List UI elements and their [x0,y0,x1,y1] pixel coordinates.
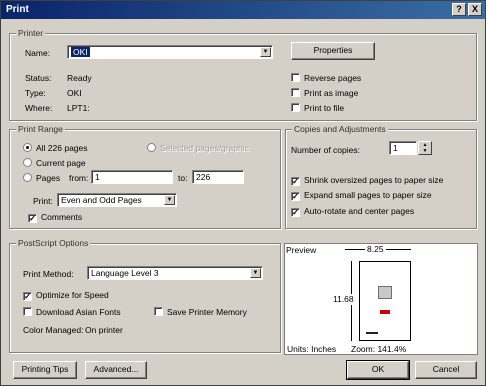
print-as-image-label: Print as image [304,88,359,98]
height-label: 11.68 [333,294,354,305]
radio-button[interactable] [23,158,32,167]
comments-checkbox[interactable]: ✓ Comments [28,212,82,223]
optimize-label: Optimize for Speed [36,290,109,300]
copies-input[interactable]: 1 [389,141,417,155]
to-label: to: [178,173,188,183]
print-as-image-checkbox[interactable]: Print as image [291,88,358,99]
window-title: Print [6,4,29,15]
chevron-down-icon[interactable]: ▼ [260,47,271,57]
where-label: Where: [25,103,53,113]
from-label: from: [69,173,89,183]
printer-name-select[interactable]: OKI ▼ [67,45,273,59]
optimize-checkbox[interactable]: ✓ Optimize for Speed [23,290,109,301]
advanced-button[interactable]: Advanced... [85,361,147,379]
status-value: Ready [67,73,92,83]
cancel-button[interactable]: Cancel [415,361,477,379]
download-fonts-checkbox[interactable]: Download Asian Fonts [23,307,121,318]
print-range-title: Print Range [16,124,65,135]
checkbox-box[interactable]: ✓ [28,214,37,223]
print-method-value: Language Level 3 [91,268,159,278]
expand-label: Expand small pages to paper size [304,190,432,200]
download-fonts-label: Download Asian Fonts [36,307,121,317]
ok-button[interactable]: OK [346,360,410,380]
print-to-file-checkbox[interactable]: Print to file [291,103,344,114]
autorotate-checkbox[interactable]: ✓ Auto-rotate and center pages [291,206,414,217]
all-pages-label: All 226 pages [36,143,88,153]
type-label: Type: [25,88,46,98]
printer-name-label: Name: [25,48,51,58]
checkbox-box[interactable]: ✓ [291,177,300,186]
print-subset-select[interactable]: Even and Odd Pages ▼ [57,193,177,207]
checkbox-box[interactable] [23,307,32,316]
checkbox-box[interactable] [291,88,300,97]
chevron-down-icon[interactable]: ▼ [164,195,175,205]
selected-graphic-radio: Selected pages/graphic [147,143,249,154]
checkbox-box[interactable] [291,103,300,112]
checkbox-box[interactable]: ✓ [291,208,300,217]
reverse-pages-checkbox[interactable]: Reverse pages [291,73,361,84]
status-label: Status: [25,73,52,83]
to-input[interactable]: 226 [192,170,244,184]
from-input[interactable]: 1 [91,170,173,184]
all-pages-radio[interactable]: All 226 pages [23,143,88,154]
shrink-checkbox[interactable]: ✓ Shrink oversized pages to paper size [291,175,443,186]
printer-name-value: OKI [71,47,90,57]
units-label: Units: Inches [287,344,337,354]
page-thumbnail [359,261,411,341]
printing-tips-button[interactable]: Printing Tips [13,361,77,379]
type-value: OKI [67,88,82,98]
footer-line [366,332,378,334]
printer-graphic-icon [378,286,392,299]
save-memory-checkbox[interactable]: Save Printer Memory [154,307,247,318]
copies-label: Number of copies: [291,145,360,155]
comments-label: Comments [41,212,83,222]
radio-button[interactable] [23,143,32,152]
title-bar: Print ? X [1,1,485,19]
print-method-label: Print Method: [23,269,74,279]
current-page-radio[interactable]: Current page [23,158,86,169]
shrink-label: Shrink oversized pages to paper size [304,175,444,185]
selected-graphic-label: Selected pages/graphic [160,143,249,153]
checkbox-box[interactable] [291,73,300,82]
accent-bar [380,310,390,314]
zoom-label: Zoom: 141.4% [351,344,407,354]
width-label: 8.25 [365,244,386,255]
expand-checkbox[interactable]: ✓ Expand small pages to paper size [291,190,432,201]
print-subset-label: Print: [33,196,53,206]
color-managed-value: On printer [85,325,123,335]
where-value: LPT1: [67,103,90,113]
printer-group-title: Printer [16,28,46,39]
save-memory-label: Save Printer Memory [167,307,247,317]
preview-panel: Preview 8.25 11.68 Units: Inches Zoom: 1… [284,243,478,355]
pages-label: Pages [36,173,61,183]
properties-button[interactable]: Properties [291,42,375,60]
help-button[interactable]: ? [452,3,466,16]
title-bar-buttons: ? X [452,3,482,16]
chevron-down-icon[interactable]: ▼ [250,268,261,278]
preview-title: Preview [286,245,317,255]
checkbox-box[interactable]: ✓ [291,192,300,201]
radio-button [147,143,156,152]
current-page-label: Current page [36,158,86,168]
print-method-select[interactable]: Language Level 3 ▼ [87,266,263,280]
checkbox-box[interactable]: ✓ [23,292,32,301]
pages-radio[interactable]: Pages [23,173,60,184]
autorotate-label: Auto-rotate and center pages [304,206,415,216]
radio-button[interactable] [23,173,32,182]
print-subset-value: Even and Odd Pages [61,195,142,205]
copies-group-title: Copies and Adjustments [292,124,388,135]
postscript-group-title: PostScript Options [16,238,91,249]
checkbox-box[interactable] [154,307,163,316]
close-button[interactable]: X [468,3,482,16]
copies-stepper[interactable]: ▲ ▼ [418,141,432,155]
color-managed-label: Color Managed: [23,325,84,335]
reverse-pages-label: Reverse pages [304,73,362,83]
print-to-file-label: Print to file [304,103,345,113]
print-dialog: Print ? X Printer Name: OKI ▼ Properties… [0,0,486,386]
